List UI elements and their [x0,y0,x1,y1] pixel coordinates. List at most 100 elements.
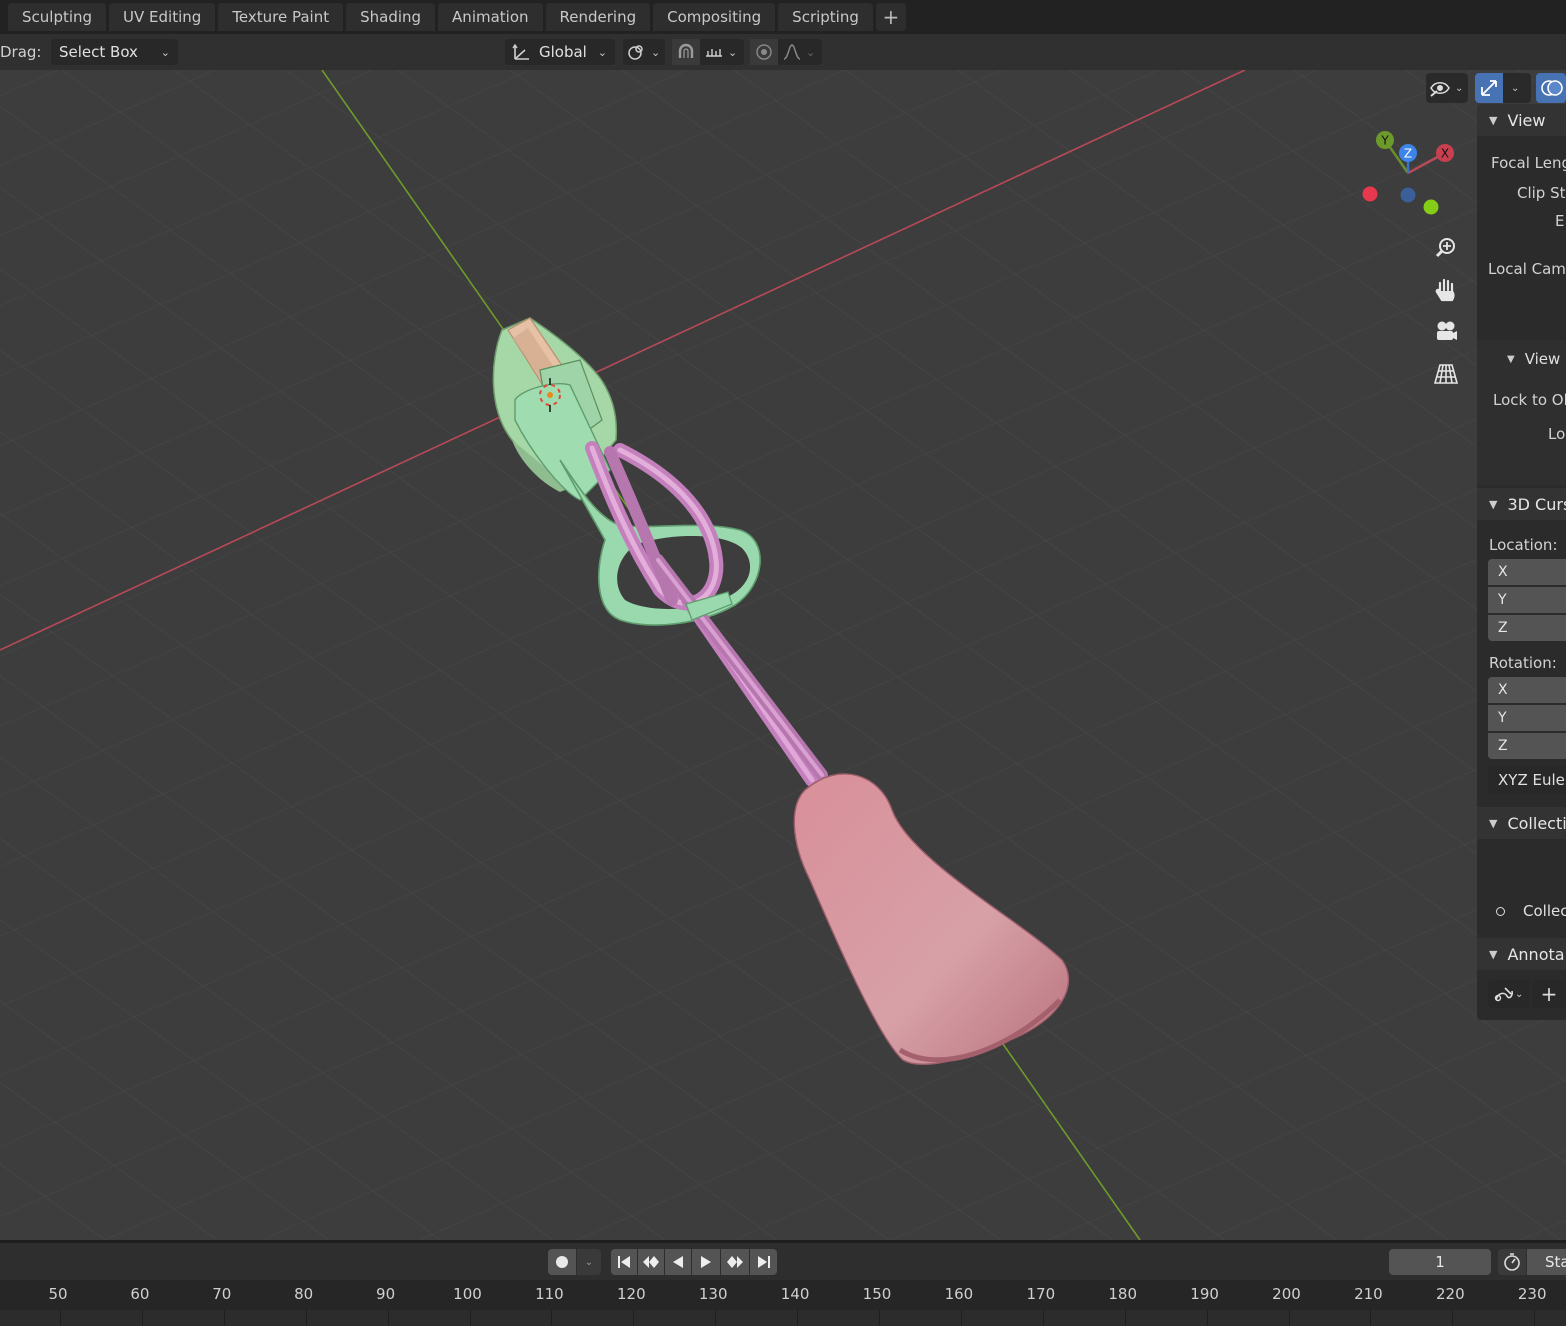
tab-compositing[interactable]: Compositing [653,3,776,31]
drag-mode-value: Select Box [59,43,138,61]
cursor-rotation-x-field[interactable]: X [1488,677,1566,703]
snap-increment-icon[interactable] [700,39,728,65]
collapse-triangle-icon: ▼ [1489,497,1498,511]
collapse-triangle-icon: ▼ [1507,353,1515,365]
ruler-tick-line [223,1310,225,1326]
ruler-tick-label: 190 [1190,1285,1219,1303]
current-frame-field[interactable]: 1 [1389,1249,1491,1275]
chevron-down-icon: ⌄ [597,45,607,59]
panel-title: Annota [1507,944,1565,964]
panel-header-view[interactable]: ▼ View [1477,104,1566,136]
perspective-toggle-button[interactable] [1429,357,1463,391]
start-frame-label: Sta [1545,1253,1566,1271]
annotation-add-button[interactable]: + [1532,980,1566,1008]
transform-orientation-dropdown[interactable]: Global ⌄ [505,39,615,65]
jump-to-start-button[interactable] [611,1249,637,1275]
ruler-tick-line [387,1310,389,1326]
ruler-tick-label: 150 [862,1285,892,1303]
proportional-edit-group: ⌄ [750,39,822,65]
rotation-mode-dropdown[interactable]: XYZ Euler [1488,766,1566,794]
keying-options-dropdown[interactable]: ⌄ [577,1249,601,1275]
gizmo-y-label: Y [1380,134,1389,148]
camera-icon [1437,321,1457,340]
jump-end-icon [757,1256,770,1268]
falloff-curve-icon[interactable] [778,39,806,65]
next-keyframe-button[interactable] [721,1249,749,1275]
collection-item[interactable]: Collec [1496,902,1566,920]
ruler-tick-label: 140 [780,1285,810,1303]
chevron-down-icon: ⌄ [651,45,661,59]
tab-rendering[interactable]: Rendering [545,3,651,31]
play-reverse-button[interactable] [665,1249,691,1275]
ruler-tick-label: 60 [130,1285,150,1303]
scene-canvas[interactable] [0,70,1566,1240]
timeline-track[interactable] [0,1310,1566,1326]
eye-icon [1430,82,1450,97]
gizmo-icon[interactable] [1475,73,1503,103]
tab-uv-editing[interactable]: UV Editing [109,3,216,31]
ruler-tick-label: 170 [1026,1285,1056,1303]
rotation-label: Rotation: [1489,654,1557,672]
prev-keyframe-button[interactable] [638,1249,664,1275]
snap-toggle-icon[interactable] [672,39,700,65]
chevron-down-icon[interactable]: ⌄ [728,46,737,59]
cursor-rotation-y-field[interactable]: Y [1488,705,1566,731]
tab-shading[interactable]: Shading [346,3,436,31]
jump-to-end-button[interactable] [750,1249,777,1275]
3d-viewport[interactable]: ⌄ ⌄ Y X Z [0,70,1566,1240]
panel-title: 3D Curs [1507,494,1566,514]
axis-label: Y [1498,710,1507,726]
axis-label: X [1498,564,1508,580]
panel-header-annotations[interactable]: ▼ Annota [1477,938,1566,970]
tab-texture-paint[interactable]: Texture Paint [218,3,344,31]
drag-mode-dropdown[interactable]: Select Box ⌄ [51,39,178,65]
ruler-tick-line [141,1310,143,1326]
ruler-tick-label: 210 [1354,1285,1383,1303]
gizmo-x-label: X [1441,147,1449,161]
subpanel-header-view-lock[interactable]: ▼ View [1507,350,1560,368]
annotation-placement-dropdown[interactable]: ⌄ [1488,980,1530,1008]
ruler-tick-line [60,1310,61,1326]
object-visibility-dropdown[interactable]: ⌄ [1426,73,1468,103]
pivot-point-dropdown[interactable]: ⌄ [623,39,665,65]
cursor-location-x-field[interactable]: X [1488,559,1566,585]
navigation-gizmo[interactable]: Y X Z [1355,125,1465,235]
tab-sculpting[interactable]: Sculpting [8,3,107,31]
cursor-location-z-field[interactable]: Z [1488,615,1566,641]
floor-grid [0,70,1566,1240]
orientation-value: Global [539,43,587,61]
ruler-tick-line [1452,1310,1454,1326]
ruler-tick-line [1124,1310,1126,1326]
axis-label: X [1498,682,1508,698]
tab-animation[interactable]: Animation [438,3,543,31]
cursor-rotation-z-field[interactable]: Z [1488,733,1566,759]
snapping-group: ⌄ [672,39,744,65]
gizmo-toggle-dropdown[interactable]: ⌄ [1475,73,1531,103]
axis-label: Z [1498,620,1508,636]
overlays-toggle[interactable] [1536,73,1566,103]
camera-view-button[interactable] [1429,315,1463,349]
focal-length-label: Focal Leng [1491,154,1566,172]
pivot-icon [623,39,651,65]
tab-scripting[interactable]: Scripting [778,3,873,31]
ruler-tick-label: 50 [48,1285,68,1303]
collapse-triangle-icon: ▼ [1489,113,1498,127]
collapse-triangle-icon: ▼ [1489,947,1498,961]
proportional-edit-icon[interactable] [750,39,778,65]
pan-button[interactable] [1429,273,1463,307]
ruler-tick-line [551,1310,553,1326]
lock-to-object-label: Lock to Ob [1493,391,1566,409]
add-workspace-button[interactable]: + [875,3,906,31]
annotate-pencil-icon [1494,987,1513,1002]
panel-header-collections[interactable]: ▼ Collecti [1477,807,1566,839]
current-frame-value: 1 [1435,1253,1445,1271]
cursor-location-y-field[interactable]: Y [1488,587,1566,613]
ruler-tick-line [1288,1310,1290,1326]
use-preview-range-button[interactable] [1498,1249,1526,1275]
start-frame-field[interactable]: Sta [1527,1249,1566,1275]
zoom-button[interactable] [1429,231,1463,265]
play-button[interactable] [692,1249,720,1275]
auto-keying-button[interactable] [548,1249,576,1275]
ruler-tick-label: 200 [1272,1285,1301,1303]
panel-header-3d-cursor[interactable]: ▼ 3D Curs [1477,488,1566,520]
